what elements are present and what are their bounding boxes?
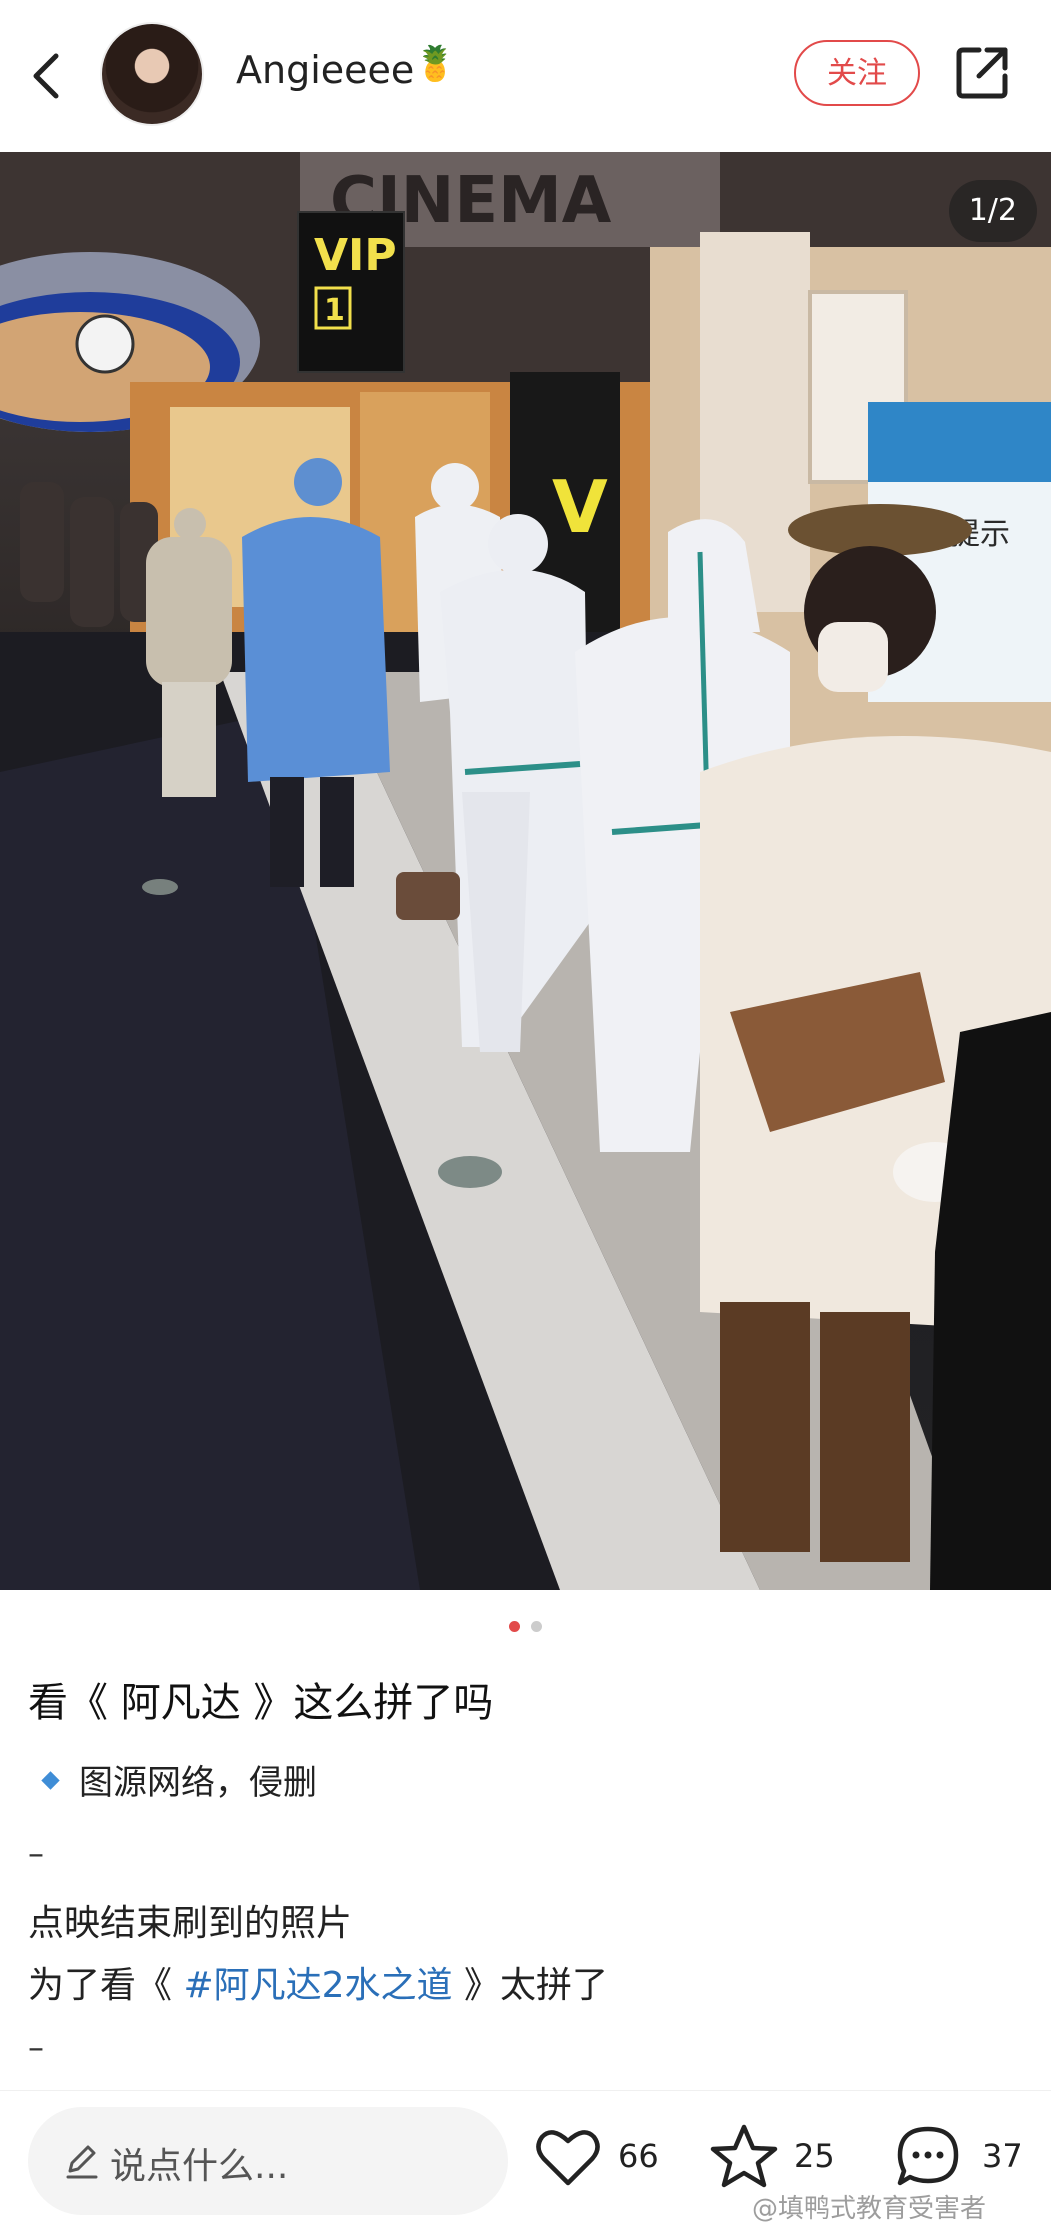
- source-note: 图源网络，侵删: [41, 1755, 317, 1804]
- pineapple-emoji: 🍍: [414, 44, 457, 84]
- image-pagination: [0, 1617, 1051, 1632]
- back-button[interactable]: [18, 40, 78, 110]
- chat-bubble-icon: [897, 2126, 959, 2186]
- divider-dash: –: [28, 2028, 44, 2066]
- post-photo[interactable]: CINEMA V VIP 1 安全提示: [0, 152, 1051, 1590]
- line-2-prefix: 为了看《: [28, 1965, 184, 2006]
- star-icon: [710, 2124, 778, 2188]
- share-icon: [956, 47, 1008, 99]
- chevron-left-icon: [33, 53, 59, 99]
- follow-button[interactable]: 关注: [794, 40, 920, 106]
- avatar[interactable]: [102, 24, 202, 124]
- comment-input[interactable]: 说点什么...: [28, 2107, 508, 2215]
- post-line-1: 点映结束刷到的照片: [28, 1903, 353, 1944]
- vip-sign-text: VIP: [314, 230, 397, 281]
- username[interactable]: Angieeee: [236, 48, 414, 92]
- like-button[interactable]: 66: [532, 2117, 672, 2197]
- blue-diamond-icon: [41, 1771, 60, 1790]
- pagination-dot[interactable]: [531, 1621, 543, 1632]
- comment-count: 37: [982, 2137, 1023, 2175]
- heart-icon: [536, 2130, 600, 2186]
- image-counter: 1/2: [948, 180, 1037, 242]
- like-count: 66: [618, 2137, 659, 2175]
- share-button[interactable]: [953, 42, 1013, 102]
- weibo-watermark: @填鸭式教育受害者: [752, 2194, 987, 2224]
- hashtag-link[interactable]: #阿凡达2水之道: [183, 1965, 452, 2006]
- post-title: 看《 阿凡达 》这么拼了吗: [28, 1680, 494, 1726]
- source-note-text: 图源网络，侵删: [79, 1763, 317, 1803]
- vip-number: 1: [324, 293, 345, 328]
- comment-placeholder: 说点什么...: [110, 2146, 289, 2187]
- neon-v-sign: V: [552, 465, 608, 549]
- comment-button[interactable]: 37: [892, 2117, 1042, 2197]
- post-line-2: 为了看《 #阿凡达2水之道 》太拼了: [28, 1956, 608, 2008]
- line-2-suffix: 》太拼了: [452, 1965, 608, 2006]
- post-header: Angieeee 🍍 关注: [0, 0, 1051, 152]
- cinema-queue-illustration: CINEMA V VIP 1 安全提示: [0, 152, 1051, 1590]
- favorite-button[interactable]: 25: [708, 2117, 848, 2197]
- pencil-icon: [66, 2145, 98, 2179]
- pagination-dot-active[interactable]: [508, 1621, 520, 1632]
- favorite-count: 25: [794, 2137, 835, 2175]
- divider-dash: –: [28, 1834, 44, 1872]
